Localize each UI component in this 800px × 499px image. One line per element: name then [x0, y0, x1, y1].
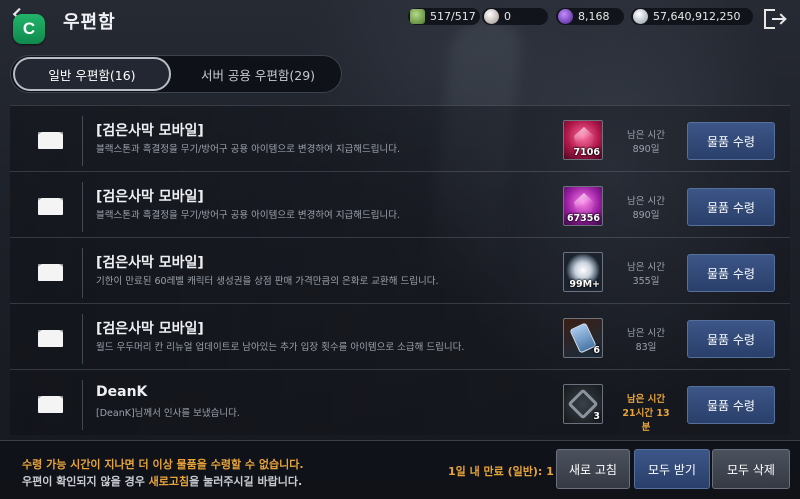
claim-item-button[interactable]: 물품 수령 — [687, 188, 775, 226]
refresh-button[interactable]: 새로 고침 — [556, 449, 630, 489]
weight-value: 517/517 — [430, 10, 476, 23]
black-stone-icon — [558, 9, 573, 24]
exit-arrow-shape — [772, 18, 784, 20]
tab-general-mailbox[interactable]: 일반 우편함(16) — [13, 57, 171, 91]
mail-message: 기한이 만료된 60레벨 캐릭터 생성권을 상점 판매 가격만큼의 은화로 교환… — [96, 276, 439, 287]
scroll-item-icon[interactable]: 6 — [563, 318, 603, 358]
refresh-notice: 우편이 확인되지 않을 경우 새로고침을 눌러주시길 바랍니다. — [22, 473, 302, 489]
row-divider — [82, 116, 83, 166]
time-label: 남은 시간 — [627, 262, 665, 273]
tab-server-shared-mailbox[interactable]: 서버 공용 우편함(29) — [177, 57, 339, 91]
refresh-notice-highlight: 새로고침 — [148, 475, 190, 488]
envelope-icon — [38, 330, 63, 347]
weight-icon — [410, 9, 425, 24]
app-badge-icon[interactable]: C — [13, 14, 45, 44]
footer-bar: 수령 가능 시간이 지나면 더 이상 물품을 수령할 수 없습니다. 우편이 확… — [0, 440, 800, 499]
row-divider — [82, 380, 83, 430]
mail-message: 블랙스톤과 흑결정을 무기/방어구 공용 아이템으로 변경하여 지급해드립니다. — [96, 144, 401, 155]
row-divider — [82, 314, 83, 364]
time-label: 남은 시간 — [627, 196, 665, 207]
page-title: 우편함 — [63, 12, 116, 33]
mail-row[interactable]: [검은사막 모바일] 기한이 만료된 60레벨 캐릭터 생성권을 상점 판매 가… — [10, 237, 790, 303]
item-quantity: 7106 — [573, 147, 600, 158]
purple-crystal-item-icon[interactable]: 67356 — [563, 186, 603, 226]
app-badge-letter: C — [22, 19, 36, 38]
time-label: 남은 시간 — [627, 328, 665, 339]
claim-item-button[interactable]: 물품 수령 — [687, 386, 775, 424]
time-value: 355일 — [632, 276, 660, 287]
row-divider — [82, 248, 83, 298]
mail-row[interactable]: [검은사막 모바일] 블랙스톤과 흑결정을 무기/방어구 공용 아이템으로 변경… — [10, 171, 790, 237]
mail-row[interactable]: [검은사막 모바일] 월드 우두머리 칸 리뉴얼 업데이트로 남아있는 추가 입… — [10, 303, 790, 369]
expiry-notice: 수령 가능 시간이 지나면 더 이상 물품을 수령할 수 없습니다. — [22, 458, 304, 471]
claim-item-button[interactable]: 물품 수령 — [687, 254, 775, 292]
envelope-icon — [38, 396, 63, 413]
envelope-icon — [38, 132, 63, 149]
mail-sender: [검은사막 모바일] — [96, 123, 204, 139]
time-label: 남은 시간 — [627, 130, 665, 141]
mail-list: [검은사막 모바일] 블랙스톤과 흑결정을 무기/방어구 공용 아이템으로 변경… — [10, 105, 790, 438]
mailbox-tabs: 일반 우편함(16) 서버 공용 우편함(29) — [10, 55, 342, 93]
black-stone-resource: 8,168 — [556, 8, 624, 25]
time-label: 남은 시간 — [626, 394, 666, 405]
mail-message: [DeanK]님께서 인사를 보냈습니다. — [96, 408, 240, 419]
silver-resource: 57,640,912,250 — [631, 8, 753, 25]
claim-item-button[interactable]: 물품 수령 — [687, 122, 775, 160]
pearl-value: 0 — [504, 10, 511, 23]
red-crystal-item-icon[interactable]: 7106 — [563, 120, 603, 160]
claim-item-button[interactable]: 물품 수령 — [687, 320, 775, 358]
refresh-notice-a: 우편이 확인되지 않을 경우 — [22, 475, 149, 488]
mail-message: 블랙스톤과 흑결정을 무기/방어구 공용 아이템으로 변경하여 지급해드립니다. — [96, 210, 401, 221]
silver-value: 57,640,912,250 — [653, 10, 741, 23]
expiring-count: 1일 내 만료 (일반): 1 — [448, 465, 554, 478]
envelope-icon — [38, 264, 63, 281]
refresh-notice-c: 을 눌러주시길 바랍니다. — [189, 475, 303, 488]
time-value: 890일 — [632, 210, 660, 221]
item-quantity: 6 — [593, 345, 600, 356]
emblem-item-icon[interactable]: 3 — [563, 384, 603, 424]
mail-sender: [검은사막 모바일] — [96, 255, 204, 271]
claim-all-button[interactable]: 모두 받기 — [634, 449, 710, 489]
black-stone-value: 8,168 — [578, 10, 610, 23]
time-value: 890일 — [632, 144, 660, 155]
silver-icon — [633, 9, 648, 24]
envelope-icon — [38, 198, 63, 215]
mail-row[interactable]: DeanK [DeanK]님께서 인사를 보냈습니다. 3 남은 시간 21시간… — [10, 369, 790, 435]
mail-row[interactable]: [검은사막 모바일] 블랙스톤과 흑결정을 무기/방어구 공용 아이템으로 변경… — [10, 105, 790, 171]
mail-sender: [검은사막 모바일] — [96, 189, 204, 205]
time-value: 83일 — [635, 342, 657, 353]
silver-coin-item-icon[interactable]: 99M+ — [563, 252, 603, 292]
mail-sender: DeanK — [96, 384, 148, 400]
exit-icon[interactable] — [764, 9, 786, 29]
mail-message: 월드 우두머리 칸 리뉴얼 업데이트로 남아있는 추가 입장 횟수를 아이템으로… — [96, 342, 465, 353]
pearl-icon — [484, 9, 499, 24]
pearl-resource: 0 — [482, 8, 548, 25]
item-quantity: 99M+ — [569, 279, 600, 290]
item-quantity: 3 — [593, 411, 600, 422]
weight-resource: 517/517 — [408, 8, 480, 25]
delete-all-button[interactable]: 모두 삭제 — [712, 449, 790, 489]
time-value: 21시간 13분 — [622, 408, 670, 433]
row-divider — [82, 182, 83, 232]
mail-sender: [검은사막 모바일] — [96, 321, 204, 337]
item-quantity: 67356 — [566, 213, 600, 224]
top-bar: C 우편함 517/517 0 8,168 57,640,912,250 — [0, 0, 800, 44]
